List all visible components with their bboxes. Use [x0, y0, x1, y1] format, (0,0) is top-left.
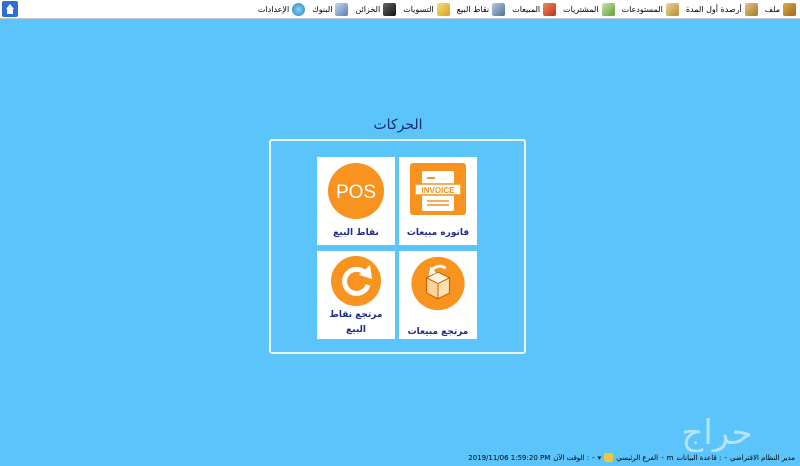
menu-settlements[interactable]: التسويات [403, 2, 450, 16]
haraj-watermark-icon: حراج [681, 413, 752, 452]
menu-settings[interactable]: الإعدادات [257, 2, 306, 16]
status-bar: مدير النظام الافتراضي - قاعدة البيانات :… [468, 453, 795, 462]
safe-icon [383, 2, 397, 16]
pos-icon: POS [328, 163, 384, 219]
tile-sales-invoice-label: فاتوره مبيعات [406, 228, 470, 238]
invoice-icon: INVOICE [410, 163, 466, 215]
menu-bar: ملف أرصدة أول المدة المستودعات المشتريات… [0, 0, 800, 19]
menu-sales[interactable]: المبيعات [512, 2, 557, 16]
invoice-icon-text: INVOICE [422, 186, 456, 195]
menu-treasuries[interactable]: الخزائن [355, 2, 397, 16]
menu-treasuries-label: الخزائن [355, 4, 381, 14]
folder-icon [783, 2, 796, 16]
menu-banks-label: البنوك [312, 4, 333, 14]
menu-banks[interactable]: البنوك [312, 2, 349, 16]
menu-warehouses-label: المستودعات [621, 4, 663, 14]
tile-sales-return-label: مرتجع مبيعات [407, 327, 469, 337]
section-title: الحركات [373, 117, 423, 133]
menu-file-label: ملف [764, 4, 780, 14]
menu-settings-label: الإعدادات [257, 4, 290, 14]
pos-icon-text: POS [336, 182, 376, 203]
monitor-icon [492, 2, 506, 16]
note-icon [436, 2, 450, 16]
tile-pos-return-label-1: مرتجع نقاط [329, 310, 383, 320]
tile-pos-label: نقاط البيع [333, 228, 379, 238]
tile-pos-return-label-2: البيع [346, 325, 366, 335]
tile-pos-return[interactable]: مرتجع نقاط البيع [317, 251, 395, 339]
tile-sales-return[interactable]: مرتجع مبيعات [399, 251, 477, 339]
status-db-label: قاعدة البيانات : [676, 453, 722, 462]
menu-purchases-label: المشتريات [563, 4, 599, 14]
refresh-icon [331, 256, 381, 306]
menu-opening-balances-label: أرصدة أول المدة [685, 4, 742, 14]
status-branch: الفرع الرئيسي [616, 453, 659, 462]
menu-pos[interactable]: نقاط البيع [456, 2, 506, 16]
tile-pos[interactable]: POS نقاط البيع [317, 157, 395, 245]
transactions-panel: INVOICE فاتوره مبيعات POS نقاط البيع مرت… [269, 139, 526, 354]
home-icon[interactable] [2, 1, 18, 17]
warehouse-icon [665, 2, 679, 16]
menu-sales-label: المبيعات [512, 4, 541, 14]
tools-icon [292, 2, 306, 16]
menu-pos-label: نقاط البيع [456, 4, 490, 14]
bank-icon [335, 2, 349, 16]
menu-purchases[interactable]: المشتريات [563, 2, 615, 16]
watermark-text: حراج [681, 413, 752, 452]
cart-icon [543, 2, 557, 16]
status-time-label: الوقت الآن : [553, 453, 590, 462]
box-icon [744, 2, 758, 16]
status-time-value: 2019/11/06 1:59:20 PM [468, 453, 551, 462]
menu-settlements-label: التسويات [403, 4, 434, 14]
status-db-value: m [666, 453, 674, 462]
return-box-icon [411, 256, 465, 311]
menu-warehouses[interactable]: المستودعات [621, 2, 679, 16]
user-icon [604, 453, 614, 462]
tile-sales-invoice[interactable]: INVOICE فاتوره مبيعات [399, 157, 477, 245]
document-icon [601, 2, 615, 16]
menu-opening-balances[interactable]: أرصدة أول المدة [685, 2, 758, 16]
menu-file[interactable]: ملف [764, 2, 796, 16]
status-user: مدير النظام الافتراضي [729, 453, 795, 462]
chevron-down-icon[interactable]: ▾ [598, 454, 602, 462]
